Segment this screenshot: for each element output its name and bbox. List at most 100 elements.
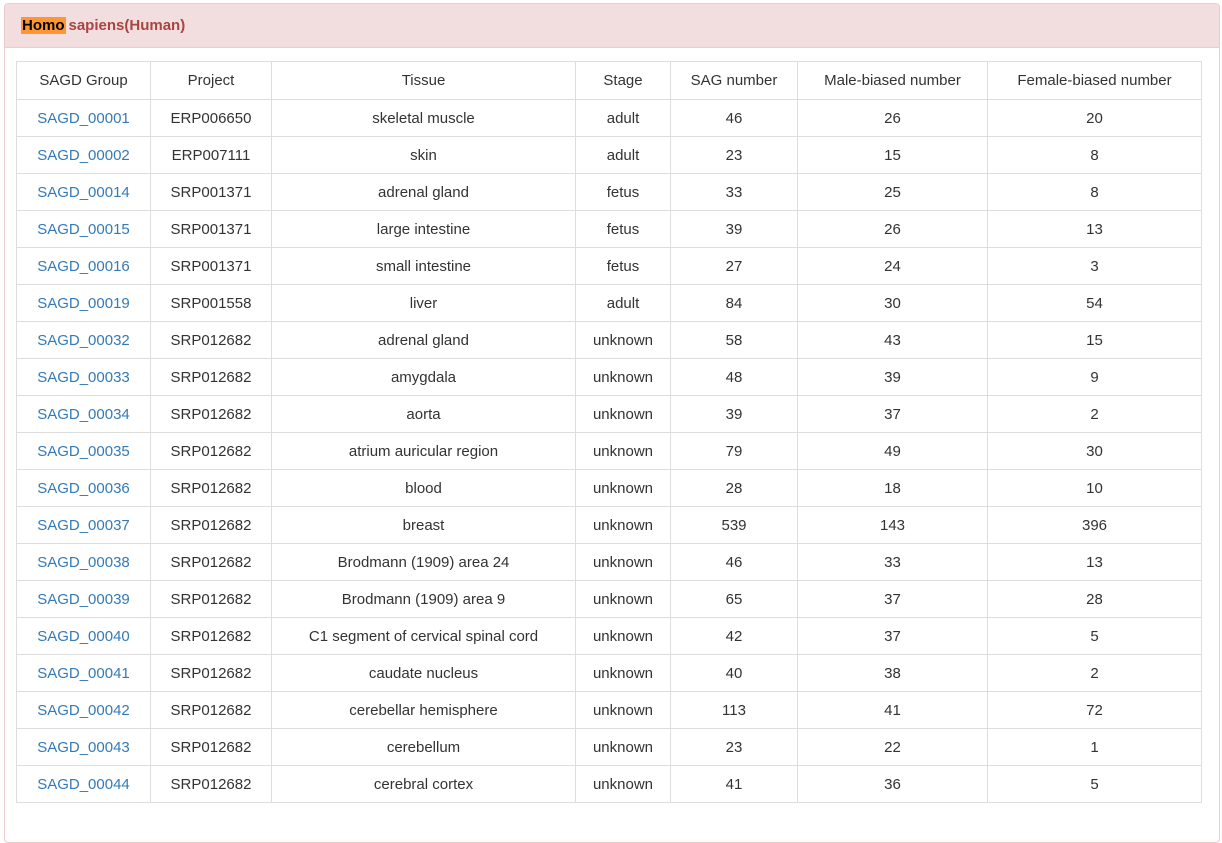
species-title: sapiens(Human) [68, 17, 186, 34]
male-biased-cell: 18 [797, 469, 988, 507]
table-row: SAGD_00037 SRP012682 breast unknown 539 143 39… [16, 506, 1202, 544]
male-biased-cell: 43 [797, 321, 988, 359]
sagd-group-link[interactable]: SAGD_00033 [37, 369, 130, 386]
tissue-cell: liver [271, 284, 576, 322]
sagd-group-link[interactable]: SAGD_00037 [37, 517, 130, 534]
male-biased-cell: 15 [797, 136, 988, 174]
table-row: SAGD_00043 SRP012682 cerebellum unknown 23 22… [16, 728, 1202, 766]
sagd-group-link[interactable]: SAGD_00002 [37, 147, 130, 164]
female-biased-cell: 30 [987, 432, 1202, 470]
stage-cell: adult [575, 99, 671, 137]
sag-number-cell: 23 [670, 728, 798, 766]
sagd-group-cell: SAGD_00016 [16, 247, 151, 285]
sagd-group-cell: SAGD_00002 [16, 136, 151, 174]
sagd-group-cell: SAGD_00015 [16, 210, 151, 248]
sagd-group-cell: SAGD_00019 [16, 284, 151, 322]
sagd-group-link[interactable]: SAGD_00040 [37, 628, 130, 645]
sag-number-cell: 27 [670, 247, 798, 285]
table-body: SAGD_00001 ERP006650 skeletal muscle adult 4… [16, 99, 1202, 803]
sagd-group-link[interactable]: SAGD_00016 [37, 258, 130, 275]
tissue-cell: caudate nucleus [271, 654, 576, 692]
female-biased-cell: 13 [987, 210, 1202, 248]
project-cell: ERP006650 [150, 99, 272, 137]
sagd-group-link[interactable]: SAGD_00019 [37, 295, 130, 312]
sagd-group-cell: SAGD_00044 [16, 765, 151, 803]
sagd-group-link[interactable]: SAGD_00015 [37, 221, 130, 238]
table-row: SAGD_00001 ERP006650 skeletal muscle adult 4… [16, 99, 1202, 137]
tissue-cell: Brodmann (1909) area 24 [271, 543, 576, 581]
header-male-biased-number[interactable]: Male-biased number [797, 61, 988, 100]
male-biased-cell: 37 [797, 580, 988, 618]
tissue-cell: C1 segment of cervical spinal cord [271, 617, 576, 655]
female-biased-cell: 28 [987, 580, 1202, 618]
sag-number-cell: 46 [670, 99, 798, 137]
sagd-table: SAGD Group Project Tissue Stage SAG numb… [16, 61, 1202, 803]
stage-cell: adult [575, 284, 671, 322]
table-row: SAGD_00019 SRP001558 liver adult 84 30 54 [16, 284, 1202, 322]
male-biased-cell: 37 [797, 395, 988, 433]
table-row: SAGD_00032 SRP012682 adrenal gland unknown 5… [16, 321, 1202, 359]
stage-cell: fetus [575, 173, 671, 211]
sag-number-cell: 65 [670, 580, 798, 618]
female-biased-cell: 8 [987, 173, 1202, 211]
stage-cell: unknown [575, 321, 671, 359]
table-row: SAGD_00014 SRP001371 adrenal gland fetus 33 2… [16, 173, 1202, 211]
sag-number-cell: 113 [670, 691, 798, 729]
header-female-biased-number[interactable]: Female-biased number [987, 61, 1202, 100]
header-sag-number[interactable]: SAG number [670, 61, 798, 100]
sagd-group-cell: SAGD_00014 [16, 173, 151, 211]
tissue-cell: adrenal gland [271, 321, 576, 359]
sagd-group-cell: SAGD_00038 [16, 543, 151, 581]
sag-number-cell: 28 [670, 469, 798, 507]
sagd-group-link[interactable]: SAGD_00039 [37, 591, 130, 608]
sagd-group-cell: SAGD_00036 [16, 469, 151, 507]
stage-cell: adult [575, 136, 671, 174]
project-cell: SRP012682 [150, 654, 272, 692]
sag-number-cell: 48 [670, 358, 798, 396]
project-cell: SRP001371 [150, 247, 272, 285]
sag-number-cell: 39 [670, 395, 798, 433]
table-row: SAGD_00015 SRP001371 large intestine fetus 3… [16, 210, 1202, 248]
project-cell: SRP001558 [150, 284, 272, 322]
project-cell: SRP012682 [150, 432, 272, 470]
sagd-group-cell: SAGD_00032 [16, 321, 151, 359]
tissue-cell: amygdala [271, 358, 576, 396]
male-biased-cell: 38 [797, 654, 988, 692]
stage-cell: unknown [575, 728, 671, 766]
header-sagd-group[interactable]: SAGD Group [16, 61, 151, 100]
male-biased-cell: 26 [797, 99, 988, 137]
sagd-group-link[interactable]: SAGD_00038 [37, 554, 130, 571]
sagd-group-link[interactable]: SAGD_00042 [37, 702, 130, 719]
header-stage[interactable]: Stage [575, 61, 671, 100]
sag-number-cell: 84 [670, 284, 798, 322]
tissue-cell: blood [271, 469, 576, 507]
sagd-group-link[interactable]: SAGD_00043 [37, 739, 130, 756]
sagd-group-link[interactable]: SAGD_00001 [37, 110, 130, 127]
header-project[interactable]: Project [150, 61, 272, 100]
male-biased-cell: 22 [797, 728, 988, 766]
sagd-group-link[interactable]: SAGD_00044 [37, 776, 130, 793]
male-biased-cell: 39 [797, 358, 988, 396]
stage-cell: unknown [575, 432, 671, 470]
project-cell: SRP012682 [150, 469, 272, 507]
female-biased-cell: 2 [987, 395, 1202, 433]
stage-cell: unknown [575, 654, 671, 692]
sagd-group-cell: SAGD_00033 [16, 358, 151, 396]
sagd-group-link[interactable]: SAGD_00034 [37, 406, 130, 423]
female-biased-cell: 3 [987, 247, 1202, 285]
sagd-group-link[interactable]: SAGD_00014 [37, 184, 130, 201]
stage-cell: unknown [575, 543, 671, 581]
sagd-group-cell: SAGD_00043 [16, 728, 151, 766]
female-biased-cell: 5 [987, 765, 1202, 803]
sagd-group-link[interactable]: SAGD_00041 [37, 665, 130, 682]
sagd-group-link[interactable]: SAGD_00035 [37, 443, 130, 460]
sagd-group-link[interactable]: SAGD_00036 [37, 480, 130, 497]
sag-number-cell: 41 [670, 765, 798, 803]
sagd-group-link[interactable]: SAGD_00032 [37, 332, 130, 349]
tissue-cell: cerebellum [271, 728, 576, 766]
female-biased-cell: 396 [987, 506, 1202, 544]
table-row: SAGD_00016 SRP001371 small intestine fetus 2… [16, 247, 1202, 285]
tissue-cell: small intestine [271, 247, 576, 285]
header-tissue[interactable]: Tissue [271, 61, 576, 100]
table-row: SAGD_00039 SRP012682 Brodmann (1909) area … [16, 580, 1202, 618]
